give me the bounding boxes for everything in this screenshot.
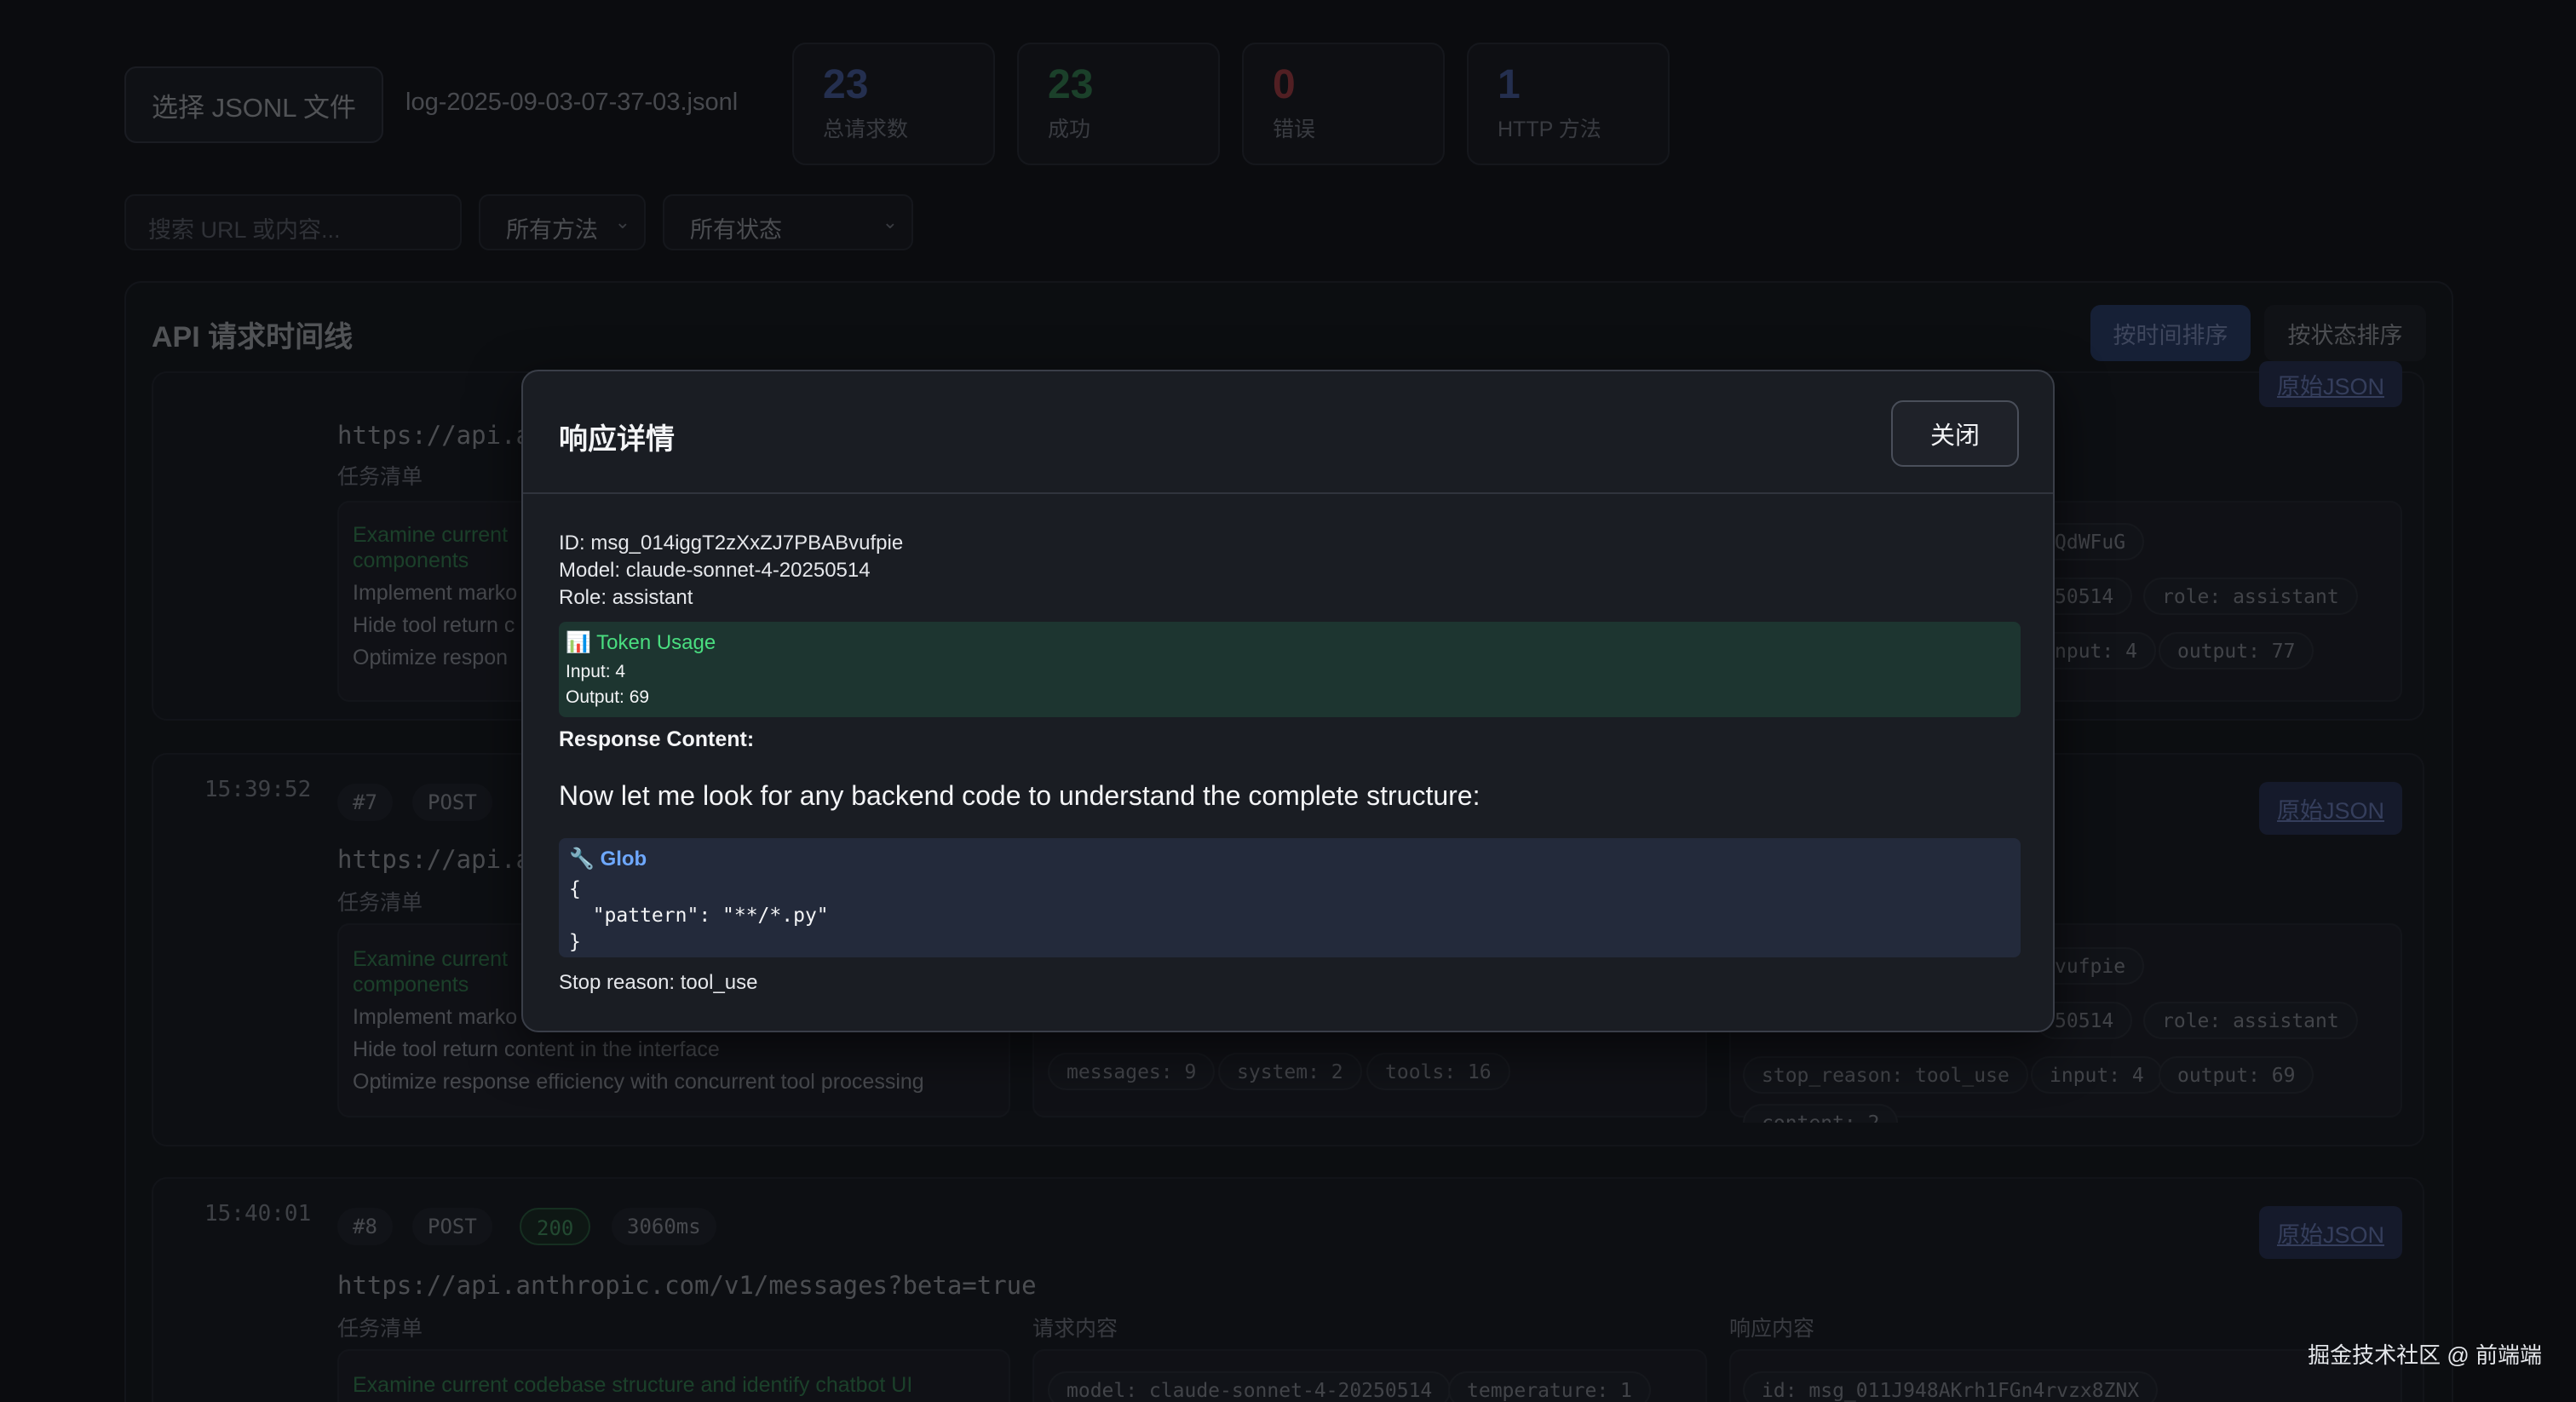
response-tag: role: assistant: [2143, 1002, 2358, 1039]
response-tag: id: msg_011J948AKrh1FGn4rvzx8ZNX: [1743, 1371, 2159, 1402]
response-tag: input: 4: [2031, 1056, 2163, 1094]
tasks-label: 任务清单: [337, 1317, 423, 1341]
task-item: Hide tool return content in the interfac…: [353, 1037, 720, 1061]
response-tag: output: 77: [2159, 632, 2314, 669]
modal-header: 响应详情 关闭: [523, 371, 2053, 494]
close-button[interactable]: 关闭: [1891, 400, 2019, 467]
response-model: Model: claude-sonnet-4-20250514: [559, 559, 871, 582]
response-tag: role: assistant: [2143, 577, 2358, 615]
token-output: Output: 69: [566, 687, 650, 707]
task-item: Optimize response efficiency with concur…: [353, 1070, 924, 1094]
search-input[interactable]: 搜索 URL 或内容...: [124, 194, 462, 250]
raw-json-button[interactable]: 原始JSON: [2259, 1206, 2402, 1259]
request-tag: model: claude-sonnet-4-20250514: [1048, 1371, 1452, 1402]
method-select[interactable]: 所有方法 ⌄: [479, 194, 646, 250]
response-content-text: Now let me look for any backend code to …: [559, 780, 1481, 811]
stat-value: 23: [823, 62, 869, 107]
token-usage-title: Token Usage: [596, 631, 716, 654]
stat-value: 23: [1048, 62, 1094, 107]
duration-chip: 3060ms: [612, 1208, 716, 1245]
timeline-title: API 请求时间线: [152, 321, 354, 353]
method-chip: POST: [412, 1208, 492, 1245]
stat-value: 0: [1273, 62, 1296, 107]
stat-label: 总请求数: [823, 118, 909, 141]
stat-label: 错误: [1273, 118, 1316, 141]
task-item: Hide tool return c: [353, 613, 515, 637]
tasks-label: 任务清单: [337, 891, 423, 915]
request-tag: system: 2: [1218, 1053, 1362, 1090]
task-item: components: [353, 973, 469, 997]
stat-label: 成功: [1048, 118, 1091, 141]
request-time: 15:39:52: [204, 777, 312, 802]
modal-title: 响应详情: [559, 423, 675, 456]
stop-reason: Stop reason: tool_use: [559, 971, 758, 994]
token-input: Input: 4: [566, 662, 626, 681]
stat-success: 23 成功: [1017, 43, 1220, 165]
chevron-down-icon: ⌄: [614, 211, 630, 233]
task-item: Optimize respon: [353, 646, 509, 669]
response-content-label: 响应内容: [1729, 1317, 1815, 1341]
file-name: log-2025-09-03-07-37-03.jsonl: [405, 89, 739, 116]
response-tag: content: 2: [1743, 1104, 1899, 1123]
request-url: https://api.a: [337, 421, 531, 450]
request-url: https://api.a: [337, 845, 531, 874]
choose-file-button[interactable]: 选择 JSONL 文件: [124, 66, 383, 143]
stat-total: 23 总请求数: [792, 43, 995, 165]
chevron-down-icon: ⌄: [882, 211, 898, 233]
tool-input-json: { "pattern": "**/*.py" }: [569, 878, 829, 953]
response-tag: stop_reason: tool_use: [1743, 1056, 2028, 1094]
stat-label: HTTP 方法: [1498, 118, 1601, 141]
status-select-value: 所有状态: [690, 217, 782, 243]
watermark: 掘金技术社区 @ 前端端: [2308, 1342, 2542, 1368]
stat-value: 1: [1498, 62, 1521, 107]
task-item: Examine current: [353, 947, 509, 971]
tool-use-box: 🔧 Glob { "pattern": "**/*.py" }: [559, 838, 2021, 957]
wrench-icon: 🔧: [569, 848, 595, 871]
request-id-chip: #8: [337, 1208, 393, 1245]
sort-by-status-button[interactable]: 按状态排序: [2264, 305, 2426, 361]
task-item: Examine current: [353, 523, 509, 547]
response-detail-modal: 响应详情 关闭 ID: msg_014iggT2zXxZJ7PBABvufpie…: [521, 370, 2055, 1032]
request-tag: messages: 9: [1048, 1053, 1216, 1090]
request-tag: temperature: 1: [1448, 1371, 1651, 1402]
task-item: Examine current codebase structure and i…: [353, 1373, 913, 1397]
status-select[interactable]: 所有状态 ⌄: [663, 194, 913, 250]
tool-name: Glob: [600, 848, 647, 871]
method-chip: POST: [412, 784, 492, 821]
request-url: https://api.anthropic.com/v1/messages?be…: [337, 1271, 1037, 1300]
task-item: components: [353, 549, 469, 572]
response-tag: output: 69: [2159, 1056, 2314, 1094]
method-select-value: 所有方法: [506, 217, 598, 243]
response-id: ID: msg_014iggT2zXxZJ7PBABvufpie: [559, 531, 904, 554]
response-role: Role: assistant: [559, 586, 693, 609]
token-usage-box: 📊 Token Usage Input: 4 Output: 69: [559, 622, 2021, 717]
stat-errors: 0 错误: [1242, 43, 1445, 165]
chart-icon: 📊: [566, 631, 591, 654]
request-time: 15:40:01: [204, 1201, 312, 1227]
request-tag: tools: 16: [1366, 1053, 1510, 1090]
raw-json-button[interactable]: 原始JSON: [2259, 782, 2402, 835]
response-content-label: Response Content:: [559, 727, 755, 751]
request-content-label: 请求内容: [1032, 1317, 1118, 1341]
sort-by-time-button[interactable]: 按时间排序: [2090, 305, 2251, 361]
status-chip: 200: [520, 1208, 591, 1245]
stat-methods: 1 HTTP 方法: [1467, 43, 1670, 165]
request-id-chip: #7: [337, 784, 393, 821]
task-item: Implement marko: [353, 581, 518, 605]
task-item: Implement marko: [353, 1005, 518, 1029]
raw-json-button[interactable]: 原始JSON: [2259, 361, 2402, 407]
tasks-label: 任务清单: [337, 465, 423, 489]
